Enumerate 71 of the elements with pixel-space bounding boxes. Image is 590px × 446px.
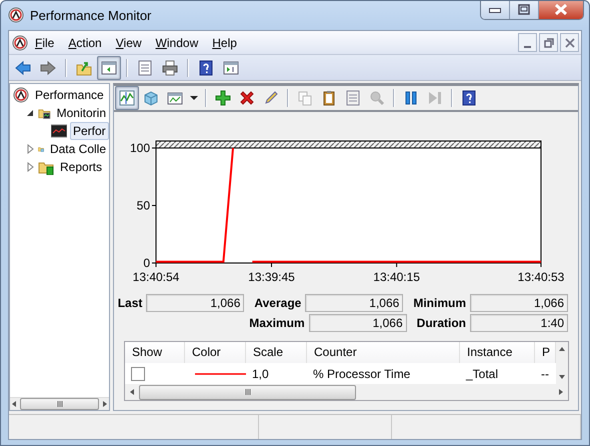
- axis-label: 13:40:15: [373, 270, 420, 284]
- column-header[interactable]: Scale: [246, 342, 307, 363]
- close-button[interactable]: [538, 1, 583, 19]
- axis-label: 100: [130, 141, 150, 155]
- vertical-scrollbar[interactable]: [556, 342, 568, 384]
- tree-item[interactable]: Perfor: [70, 122, 109, 140]
- horizontal-scrollbar[interactable]: [125, 384, 568, 400]
- stat-label: Minimum: [413, 296, 466, 310]
- menu-item[interactable]: View: [108, 34, 149, 52]
- horizontal-scrollbar[interactable]: [10, 397, 109, 410]
- panel-icon[interactable]: [97, 56, 121, 80]
- tree-item[interactable]: Reports: [57, 158, 106, 176]
- minimize-button[interactable]: [481, 1, 509, 19]
- stat-value: 1,066: [470, 294, 568, 312]
- tree-item[interactable]: Data Colle: [46, 140, 109, 158]
- restore-button[interactable]: [539, 33, 558, 52]
- grip-icon: [244, 388, 250, 396]
- right-arrow-icon: [557, 388, 565, 396]
- menu-item[interactable]: Window: [148, 34, 206, 52]
- stat-value: 1,066: [146, 294, 244, 312]
- menu-item[interactable]: Help: [205, 34, 244, 52]
- table-cell-text: --: [540, 366, 550, 380]
- axis-label: 0: [143, 256, 150, 270]
- grip-icon: [56, 400, 62, 408]
- axis-label: 13:40:54: [132, 270, 180, 284]
- restore-icon: [542, 36, 554, 48]
- document-app-icon: [12, 34, 28, 50]
- gauge-icon: [13, 87, 29, 103]
- collapsed-arrow-icon[interactable]: [26, 144, 35, 154]
- stat-value: 1,066: [308, 314, 407, 332]
- menu-item[interactable]: File: [28, 34, 62, 52]
- right-arrow-icon: [101, 400, 109, 408]
- line-graph-icon[interactable]: [115, 86, 139, 110]
- table-cell-text: 1,0: [251, 366, 270, 380]
- maximize-icon: [516, 2, 532, 18]
- column-header[interactable]: Color: [185, 342, 246, 363]
- maximize-button[interactable]: [509, 1, 538, 19]
- app-icon: [8, 7, 24, 23]
- checkbox[interactable]: [131, 366, 145, 380]
- graph-window-icon: [51, 123, 67, 139]
- collapsed-arrow-icon[interactable]: [26, 162, 35, 172]
- left-arrow-icon: [10, 400, 18, 408]
- close-icon: [553, 2, 569, 18]
- minimize-icon: [489, 8, 501, 12]
- stat-value: 1:40: [470, 314, 568, 332]
- close-icon: [564, 36, 576, 48]
- table-cell-text: % Processor Time: [312, 366, 412, 380]
- minimize-button[interactable]: [518, 33, 537, 52]
- column-header[interactable]: Show: [125, 342, 185, 363]
- table-cell-text: _Total: [464, 366, 500, 380]
- stat-value: 1,066: [305, 294, 404, 312]
- window-title: Performance Monitor: [30, 8, 152, 23]
- up-arrow-icon: [558, 345, 566, 353]
- column-header[interactable]: P: [535, 342, 556, 363]
- axis-label: 50: [136, 198, 150, 212]
- column-header[interactable]: Instance: [460, 342, 535, 363]
- menu-item[interactable]: Action: [61, 34, 109, 52]
- stat-label: Average: [254, 296, 302, 310]
- column-header[interactable]: Counter: [307, 342, 460, 363]
- stat-label: Last: [118, 296, 142, 310]
- stat-label: Duration: [416, 316, 466, 330]
- down-arrow-icon: [558, 373, 566, 381]
- axis-label: 13:39:45: [248, 270, 295, 284]
- left-arrow-icon: [128, 388, 136, 396]
- minimize-icon: [524, 46, 531, 48]
- stat-label: Maximum: [249, 316, 305, 330]
- tree-item[interactable]: Performance: [32, 86, 107, 104]
- tree-item[interactable]: Monitorin: [54, 104, 109, 122]
- expanded-arrow-icon[interactable]: [26, 108, 35, 118]
- close-button[interactable]: [560, 33, 579, 52]
- axis-label: 13:40:53: [518, 270, 564, 284]
